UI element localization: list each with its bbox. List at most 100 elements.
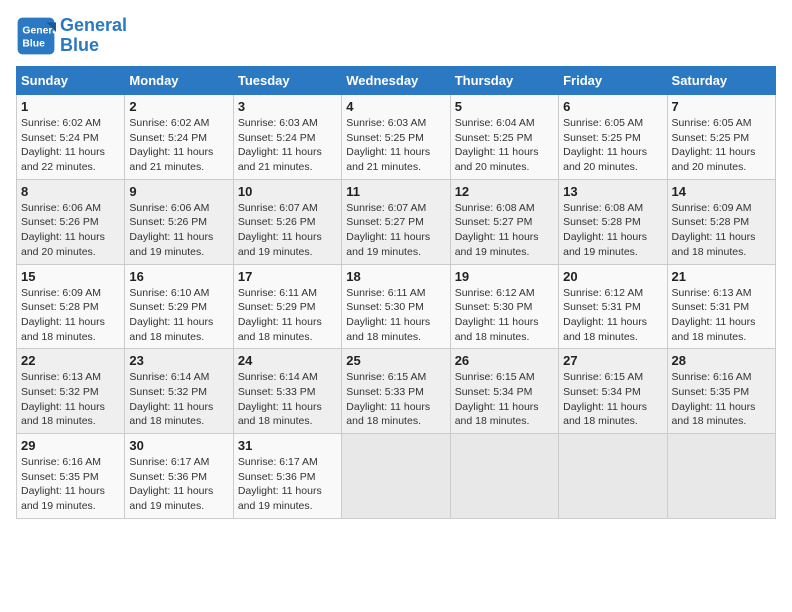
- calendar-cell: 13Sunrise: 6:08 AM Sunset: 5:28 PM Dayli…: [559, 179, 667, 264]
- day-detail: Sunrise: 6:15 AM Sunset: 5:34 PM Dayligh…: [455, 370, 554, 429]
- calendar-table: SundayMondayTuesdayWednesdayThursdayFrid…: [16, 66, 776, 519]
- calendar-cell: 12Sunrise: 6:08 AM Sunset: 5:27 PM Dayli…: [450, 179, 558, 264]
- calendar-cell: 1 Sunrise: 6:02 AM Sunset: 5:24 PM Daylig…: [17, 95, 125, 180]
- calendar-cell: 22 Sunrise: 6:13 AM Sunset: 5:32 PM Dayli…: [17, 349, 125, 434]
- day-detail: Sunrise: 6:09 AM Sunset: 5:28 PM Dayligh…: [672, 201, 771, 260]
- weekday-header-thursday: Thursday: [450, 67, 558, 95]
- day-number: 15: [21, 269, 120, 284]
- calendar-cell: 23Sunrise: 6:14 AM Sunset: 5:32 PM Dayli…: [125, 349, 233, 434]
- day-detail: Sunrise: 6:09 AM Sunset: 5:28 PM Dayligh…: [21, 286, 120, 345]
- day-detail: Sunrise: 6:14 AM Sunset: 5:32 PM Dayligh…: [129, 370, 228, 429]
- day-number: 11: [346, 184, 445, 199]
- calendar-cell: [667, 434, 775, 519]
- calendar-cell: 15 Sunrise: 6:09 AM Sunset: 5:28 PM Dayli…: [17, 264, 125, 349]
- day-number: 14: [672, 184, 771, 199]
- day-number: 12: [455, 184, 554, 199]
- day-detail: Sunrise: 6:16 AM Sunset: 5:35 PM Dayligh…: [672, 370, 771, 429]
- day-number: 18: [346, 269, 445, 284]
- day-detail: Sunrise: 6:17 AM Sunset: 5:36 PM Dayligh…: [238, 455, 337, 514]
- day-number: 16: [129, 269, 228, 284]
- day-number: 8: [21, 184, 120, 199]
- day-detail: Sunrise: 6:15 AM Sunset: 5:34 PM Dayligh…: [563, 370, 662, 429]
- day-number: 3: [238, 99, 337, 114]
- calendar-cell: 20 Sunrise: 6:12 AM Sunset: 5:31 PM Dayli…: [559, 264, 667, 349]
- logo-icon: General Blue: [16, 16, 56, 56]
- day-detail: Sunrise: 6:13 AM Sunset: 5:32 PM Dayligh…: [21, 370, 120, 429]
- calendar-cell: 17 Sunrise: 6:11 AM Sunset: 5:29 PM Dayli…: [233, 264, 341, 349]
- calendar-cell: 6 Sunrise: 6:05 AM Sunset: 5:25 PM Daylig…: [559, 95, 667, 180]
- day-detail: Sunrise: 6:11 AM Sunset: 5:30 PM Dayligh…: [346, 286, 445, 345]
- calendar-cell: 5Sunrise: 6:04 AM Sunset: 5:25 PM Daylig…: [450, 95, 558, 180]
- calendar-cell: 11 Sunrise: 6:07 AM Sunset: 5:27 PM Dayli…: [342, 179, 450, 264]
- day-number: 22: [21, 353, 120, 368]
- day-detail: Sunrise: 6:12 AM Sunset: 5:31 PM Dayligh…: [563, 286, 662, 345]
- day-detail: Sunrise: 6:16 AM Sunset: 5:35 PM Dayligh…: [21, 455, 120, 514]
- day-number: 20: [563, 269, 662, 284]
- calendar-cell: 8 Sunrise: 6:06 AM Sunset: 5:26 PM Daylig…: [17, 179, 125, 264]
- logo: General Blue GeneralBlue: [16, 16, 127, 56]
- calendar-cell: 21Sunrise: 6:13 AM Sunset: 5:31 PM Dayli…: [667, 264, 775, 349]
- day-number: 31: [238, 438, 337, 453]
- day-number: 17: [238, 269, 337, 284]
- day-number: 6: [563, 99, 662, 114]
- day-number: 9: [129, 184, 228, 199]
- day-detail: Sunrise: 6:02 AM Sunset: 5:24 PM Dayligh…: [129, 116, 228, 175]
- weekday-header-saturday: Saturday: [667, 67, 775, 95]
- calendar-cell: 28Sunrise: 6:16 AM Sunset: 5:35 PM Dayli…: [667, 349, 775, 434]
- calendar-cell: 25 Sunrise: 6:15 AM Sunset: 5:33 PM Dayli…: [342, 349, 450, 434]
- day-detail: Sunrise: 6:13 AM Sunset: 5:31 PM Dayligh…: [672, 286, 771, 345]
- calendar-cell: 30 Sunrise: 6:17 AM Sunset: 5:36 PM Dayli…: [125, 434, 233, 519]
- calendar-week-1: 1 Sunrise: 6:02 AM Sunset: 5:24 PM Daylig…: [17, 95, 776, 180]
- day-number: 29: [21, 438, 120, 453]
- day-number: 24: [238, 353, 337, 368]
- day-detail: Sunrise: 6:07 AM Sunset: 5:27 PM Dayligh…: [346, 201, 445, 260]
- calendar-cell: 31 Sunrise: 6:17 AM Sunset: 5:36 PM Dayli…: [233, 434, 341, 519]
- day-number: 26: [455, 353, 554, 368]
- day-number: 25: [346, 353, 445, 368]
- weekday-header-wednesday: Wednesday: [342, 67, 450, 95]
- calendar-cell: 4 Sunrise: 6:03 AM Sunset: 5:25 PM Daylig…: [342, 95, 450, 180]
- day-detail: Sunrise: 6:03 AM Sunset: 5:24 PM Dayligh…: [238, 116, 337, 175]
- svg-text:Blue: Blue: [22, 38, 45, 49]
- calendar-week-3: 15 Sunrise: 6:09 AM Sunset: 5:28 PM Dayli…: [17, 264, 776, 349]
- day-detail: Sunrise: 6:06 AM Sunset: 5:26 PM Dayligh…: [21, 201, 120, 260]
- day-detail: Sunrise: 6:17 AM Sunset: 5:36 PM Dayligh…: [129, 455, 228, 514]
- calendar-cell: 29 Sunrise: 6:16 AM Sunset: 5:35 PM Dayli…: [17, 434, 125, 519]
- calendar-cell: [450, 434, 558, 519]
- calendar-cell: 14 Sunrise: 6:09 AM Sunset: 5:28 PM Dayli…: [667, 179, 775, 264]
- day-number: 27: [563, 353, 662, 368]
- day-detail: Sunrise: 6:03 AM Sunset: 5:25 PM Dayligh…: [346, 116, 445, 175]
- day-number: 4: [346, 99, 445, 114]
- calendar-cell: 19 Sunrise: 6:12 AM Sunset: 5:30 PM Dayli…: [450, 264, 558, 349]
- calendar-cell: 24 Sunrise: 6:14 AM Sunset: 5:33 PM Dayli…: [233, 349, 341, 434]
- day-number: 10: [238, 184, 337, 199]
- day-number: 7: [672, 99, 771, 114]
- day-detail: Sunrise: 6:05 AM Sunset: 5:25 PM Dayligh…: [563, 116, 662, 175]
- day-number: 19: [455, 269, 554, 284]
- day-number: 5: [455, 99, 554, 114]
- calendar-week-5: 29 Sunrise: 6:16 AM Sunset: 5:35 PM Dayli…: [17, 434, 776, 519]
- day-detail: Sunrise: 6:02 AM Sunset: 5:24 PM Dayligh…: [21, 116, 120, 175]
- calendar-cell: 16 Sunrise: 6:10 AM Sunset: 5:29 PM Dayli…: [125, 264, 233, 349]
- day-number: 2: [129, 99, 228, 114]
- day-number: 1: [21, 99, 120, 114]
- day-number: 13: [563, 184, 662, 199]
- calendar-cell: [559, 434, 667, 519]
- calendar-container: General Blue GeneralBlue SundayMondayTue…: [16, 16, 776, 519]
- day-detail: Sunrise: 6:11 AM Sunset: 5:29 PM Dayligh…: [238, 286, 337, 345]
- weekday-header-sunday: Sunday: [17, 67, 125, 95]
- day-detail: Sunrise: 6:15 AM Sunset: 5:33 PM Dayligh…: [346, 370, 445, 429]
- calendar-cell: 2 Sunrise: 6:02 AM Sunset: 5:24 PM Daylig…: [125, 95, 233, 180]
- calendar-cell: 9Sunrise: 6:06 AM Sunset: 5:26 PM Daylig…: [125, 179, 233, 264]
- day-number: 30: [129, 438, 228, 453]
- weekday-header-row: SundayMondayTuesdayWednesdayThursdayFrid…: [17, 67, 776, 95]
- calendar-week-2: 8 Sunrise: 6:06 AM Sunset: 5:26 PM Daylig…: [17, 179, 776, 264]
- day-detail: Sunrise: 6:07 AM Sunset: 5:26 PM Dayligh…: [238, 201, 337, 260]
- header: General Blue GeneralBlue: [16, 16, 776, 56]
- day-detail: Sunrise: 6:14 AM Sunset: 5:33 PM Dayligh…: [238, 370, 337, 429]
- weekday-header-friday: Friday: [559, 67, 667, 95]
- day-detail: Sunrise: 6:12 AM Sunset: 5:30 PM Dayligh…: [455, 286, 554, 345]
- calendar-cell: [342, 434, 450, 519]
- day-detail: Sunrise: 6:10 AM Sunset: 5:29 PM Dayligh…: [129, 286, 228, 345]
- weekday-header-monday: Monday: [125, 67, 233, 95]
